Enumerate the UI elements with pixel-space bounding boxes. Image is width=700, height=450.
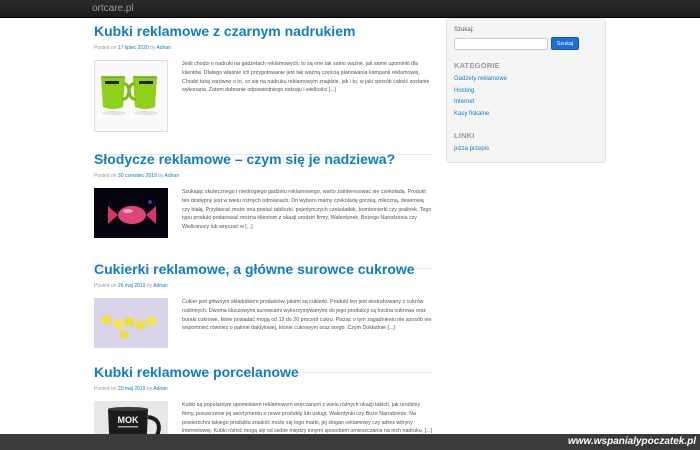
- post-body: Cukier jest głównym składnikiem produktó…: [94, 298, 432, 348]
- search-button[interactable]: Szukaj: [551, 37, 579, 50]
- post-item: Słodycze reklamowe – czym się je nadziew…: [94, 151, 432, 269]
- post-author-link[interactable]: Adrian: [165, 173, 179, 179]
- post-body: Jeśli chodzi o nadruki na gadżetach rekl…: [94, 60, 432, 132]
- post-title-link[interactable]: Cukierki reklamowe, a główne surowce cuk…: [94, 261, 432, 278]
- top-navbar: ortcare.pl: [0, 0, 700, 18]
- links-list: pizza przepis: [454, 144, 598, 156]
- links-title: LINKI: [454, 131, 475, 140]
- post-excerpt: Jeśli chodzi o nadruki na gadżetach rekl…: [182, 61, 430, 94]
- post-author-link[interactable]: Adrian: [153, 283, 167, 289]
- watermark-bar: www.wspanialypoczatek.pl: [0, 434, 700, 450]
- search-input[interactable]: [454, 37, 548, 50]
- post-date-link[interactable]: 30 czerwiec 2019: [118, 173, 157, 179]
- categories-list: Gadżety reklamowe Hosting Internet Kasy …: [454, 74, 598, 120]
- category-link-hosting[interactable]: Hosting: [454, 88, 474, 94]
- post-meta: Posted on 26 maj 2019 by Adrian: [94, 283, 168, 289]
- category-link-gadzety[interactable]: Gadżety reklamowe: [454, 76, 507, 82]
- post-item: Cukierki reklamowe, a główne surowce cuk…: [94, 261, 432, 373]
- link-pizza-przepis[interactable]: pizza przepis: [454, 146, 489, 152]
- post-title-link[interactable]: Kubki reklamowe porcelanowe: [94, 364, 432, 381]
- post-meta: Posted on 30 czerwiec 2019 by Adrian: [94, 173, 180, 179]
- link-item: pizza przepis: [454, 144, 598, 156]
- category-link-kasy[interactable]: Kasy fiskalne: [454, 111, 489, 117]
- post-meta: Posted on 20 maj 2019 by Adrian: [94, 386, 168, 392]
- pink-candy-image: [94, 188, 168, 238]
- category-item: Internet: [454, 97, 598, 109]
- post-excerpt: Cukier jest głównym składnikiem produktó…: [182, 299, 432, 332]
- post-author-link[interactable]: Adrian: [153, 386, 167, 392]
- category-item: Hosting: [454, 86, 598, 98]
- post-item: Kubki reklamowe z czarnym nadrukiem Post…: [94, 23, 432, 155]
- post-thumbnail-mugs[interactable]: [94, 60, 168, 132]
- post-title-link[interactable]: Kubki reklamowe z czarnym nadrukiem: [94, 23, 432, 40]
- post-excerpt: Szukając skutecznego i niedrogiego gadże…: [182, 189, 432, 231]
- search-form: Szukaj: [454, 37, 598, 50]
- category-item: Kasy fiskalne: [454, 109, 598, 121]
- yellow-sweets-image: [94, 298, 168, 348]
- post-thumbnail-sweets[interactable]: [94, 298, 168, 348]
- post-body: Szukając skutecznego i niedrogiego gadże…: [94, 188, 432, 238]
- green-mugs-image: [95, 61, 167, 131]
- site-brand-link[interactable]: ortcare.pl: [92, 3, 134, 14]
- post-title-link[interactable]: Słodycze reklamowe – czym się je nadziew…: [94, 151, 432, 168]
- post-thumbnail-candy[interactable]: [94, 188, 168, 238]
- post-date-link[interactable]: 17 lipiec 2020: [118, 45, 149, 51]
- post-author-link[interactable]: Adrian: [157, 45, 171, 51]
- post-date-link[interactable]: 26 maj 2019: [118, 283, 146, 289]
- sidebar: Szukaj: Szukaj KATEGORIE Gadżety reklamo…: [446, 18, 606, 163]
- post-meta: Posted on 17 lipiec 2020 by Adrian: [94, 45, 172, 51]
- watermark-text: www.wspanialypoczatek.pl: [568, 436, 696, 447]
- category-link-internet[interactable]: Internet: [454, 99, 474, 105]
- mug-print-text: MOK: [118, 415, 139, 425]
- post-date-link[interactable]: 20 maj 2019: [118, 386, 146, 392]
- category-item: Gadżety reklamowe: [454, 74, 598, 86]
- search-label: Szukaj:: [454, 27, 474, 33]
- categories-title: KATEGORIE: [454, 61, 500, 70]
